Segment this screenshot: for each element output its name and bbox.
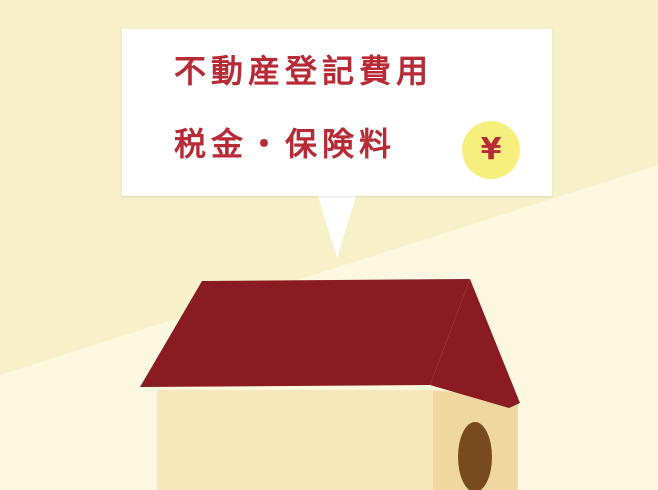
illustration-scene: 不動産登記費用 税金・保険料 ¥ bbox=[0, 0, 658, 490]
yen-circle-icon: ¥ bbox=[462, 121, 520, 179]
real-estate-registration-cost-label: 不動産登記費用 bbox=[174, 52, 434, 90]
yen-symbol: ¥ bbox=[480, 132, 502, 167]
tax-insurance-label: 税金・保険料 bbox=[174, 125, 397, 163]
house-oval-window bbox=[458, 422, 492, 490]
speech-bubble: 不動産登記費用 税金・保険料 ¥ bbox=[122, 29, 552, 196]
house-icon bbox=[140, 279, 520, 490]
house-front-wall bbox=[157, 390, 433, 490]
